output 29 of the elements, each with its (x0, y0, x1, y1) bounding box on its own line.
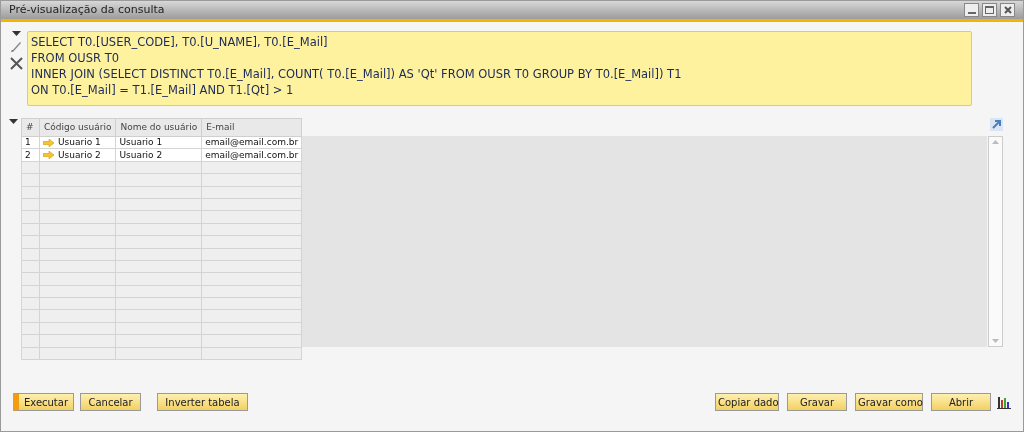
bar-chart-icon[interactable] (997, 395, 1011, 409)
collapse-arrow-icon[interactable] (11, 31, 21, 36)
action-button[interactable]: Gravar como (855, 393, 923, 411)
action-button[interactable]: Copiar dado (715, 393, 779, 411)
collapse-arrow-icon[interactable] (9, 119, 18, 124)
close-button[interactable] (1000, 3, 1015, 17)
column-header[interactable]: Nome do usuário (115, 118, 202, 137)
query-line: SELECT T0.[USER_CODE], T0.[U_NAME], T0.[E_Mail] (31, 34, 329, 50)
action-button[interactable]: Cancelar (80, 393, 141, 411)
close-icon (1003, 6, 1012, 14)
column-header[interactable]: # (21, 118, 40, 137)
query-line: INNER JOIN (SELECT DISTINCT T0.[E_Mail], COUNT( T0.[E_Mail]) AS 'Qt' FROM OUSR T0 GROUP BY T0.[E_Mail]) T1 (31, 66, 683, 82)
window-title: Pré-visualização da consulta (9, 1, 165, 18)
action-button[interactable]: Abrir (931, 393, 991, 411)
expand-arrow-icon[interactable] (990, 118, 1003, 131)
table-cell-text: Usuario 2 (58, 149, 101, 161)
action-button[interactable]: Gravar (787, 393, 847, 411)
minimize-button[interactable] (964, 3, 979, 17)
action-button[interactable]: Executar (13, 393, 74, 411)
table-cell: 1 (21, 136, 40, 149)
column-header[interactable]: Código usuário (39, 118, 116, 137)
maximize-button[interactable] (982, 3, 997, 17)
query-line: ON T0.[E_Mail] = T1.[E_Mail] AND T1.[Qt] > 1 (31, 82, 295, 98)
query-line: FROM OUSR T0 (31, 50, 120, 66)
eraser-cross-icon[interactable] (9, 57, 23, 70)
column-header[interactable]: E-mail (201, 118, 302, 137)
action-button[interactable]: Inverter tabela (157, 393, 248, 411)
table-cell-text: Usuario 1 (58, 137, 101, 149)
query-editor[interactable] (27, 31, 972, 106)
